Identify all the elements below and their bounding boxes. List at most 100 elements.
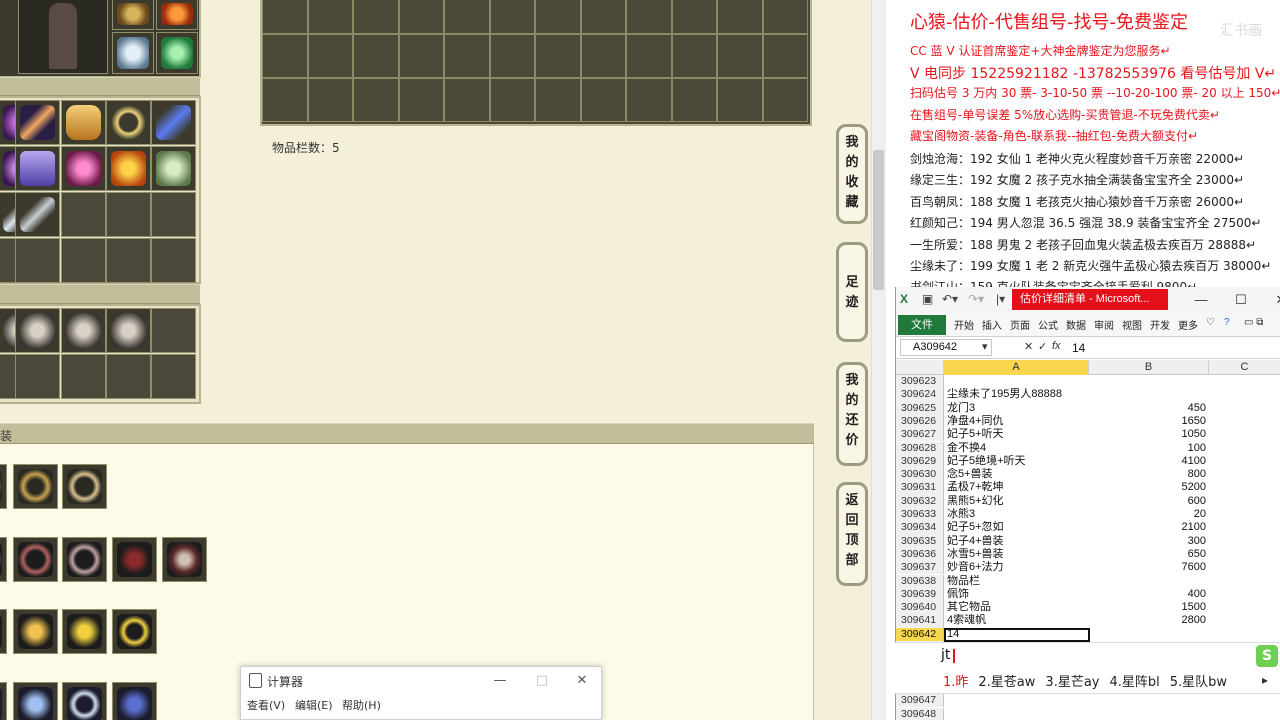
empty-slot[interactable] — [151, 192, 196, 237]
pet-slot[interactable] — [61, 308, 106, 353]
cell-a[interactable]: 龙门3 — [947, 402, 1087, 415]
item-bar-cell[interactable] — [262, 34, 308, 78]
redo-icon[interactable]: ↷▾ — [968, 292, 984, 306]
row-number[interactable]: 309639 — [896, 587, 944, 602]
item-bar-cell[interactable] — [535, 78, 581, 122]
empty-slot[interactable] — [61, 354, 106, 399]
item-bar-cell[interactable] — [307, 34, 353, 78]
item-slot[interactable] — [106, 100, 151, 145]
cell-b[interactable]: 20 — [1089, 508, 1206, 521]
cell-b[interactable]: 400 — [1089, 588, 1206, 601]
equip-slot[interactable] — [0, 464, 7, 509]
row-number[interactable]: 309633 — [896, 508, 944, 522]
item-bar-cell[interactable] — [444, 0, 490, 34]
cell-a[interactable]: 尘缘未了195男人88888 — [947, 388, 1087, 401]
row-number[interactable]: 309625 — [896, 401, 944, 415]
formula-input[interactable]: 14 — [1072, 341, 1085, 355]
row-number[interactable]: 309631 — [896, 481, 944, 495]
ring-slot[interactable] — [112, 0, 154, 30]
cell-a[interactable]: 佩饰 — [947, 588, 1087, 601]
cell-b[interactable]: 450 — [1089, 402, 1206, 415]
item-bar-cell[interactable] — [671, 0, 717, 34]
empty-slot[interactable] — [106, 354, 151, 399]
row-number[interactable]: 309637 — [896, 561, 944, 575]
cell-b[interactable]: 100 — [1089, 442, 1206, 455]
item-bar-cell[interactable] — [626, 34, 672, 78]
item-bar-cell[interactable] — [671, 34, 717, 78]
cell-a[interactable]: 妙音6+法力 — [947, 561, 1087, 574]
item-bar-cell[interactable] — [580, 78, 626, 122]
item-bar-cell[interactable] — [398, 34, 444, 78]
row-number[interactable]: 309640 — [896, 601, 944, 615]
item-slot[interactable] — [15, 192, 60, 237]
cell-a[interactable]: 妃子5+忽如 — [947, 521, 1087, 534]
equip-slot[interactable] — [0, 609, 7, 654]
tab-formulas[interactable]: 公式 — [1038, 317, 1058, 332]
empty-slot[interactable] — [151, 238, 196, 283]
item-slot[interactable] — [151, 100, 196, 145]
maximize-button[interactable]: ☐ — [1226, 290, 1256, 310]
item-bar-cell[interactable] — [489, 34, 535, 78]
item-bar-cell[interactable] — [717, 34, 763, 78]
calculator-window[interactable]: 计算器 — □ ✕ 查看(V) 编辑(E) 帮助(H) — [240, 666, 602, 720]
select-all-corner[interactable] — [896, 360, 944, 375]
name-box-dropdown-icon[interactable]: ▾ — [982, 340, 988, 353]
row-number[interactable]: 309626 — [896, 414, 944, 429]
item-bar-cell[interactable] — [535, 0, 581, 34]
pet-slot[interactable] — [15, 308, 60, 353]
ime-candidate[interactable]: 3.星芒ay — [1045, 675, 1099, 690]
item-bar-cell[interactable] — [626, 0, 672, 34]
row-number[interactable]: 309624 — [896, 388, 944, 402]
equip-slot[interactable] — [62, 609, 107, 654]
cell-b[interactable]: 650 — [1089, 548, 1206, 561]
row-number[interactable]: 309632 — [896, 494, 944, 508]
undo-icon[interactable]: ↶▾ — [942, 292, 958, 306]
menu-help[interactable]: 帮助(H) — [342, 697, 381, 713]
cell-b[interactable]: 1650 — [1089, 415, 1206, 428]
cloud-slot[interactable] — [112, 32, 154, 74]
item-bar-cell[interactable] — [489, 78, 535, 122]
row-number[interactable]: 309630 — [896, 468, 944, 482]
collapse-ribbon-icon[interactable]: ♡ — [1206, 317, 1215, 328]
name-box[interactable]: A309642 — [900, 339, 992, 356]
enter-icon[interactable]: ✓ — [1038, 340, 1047, 353]
row-number[interactable]: 309629 — [896, 454, 944, 469]
empty-slot[interactable] — [106, 192, 151, 237]
character-portrait[interactable] — [18, 0, 108, 74]
help-icon[interactable]: ? — [1224, 317, 1230, 328]
save-icon[interactable]: ▣ — [922, 292, 933, 306]
close-button[interactable]: ✕ — [1266, 290, 1280, 310]
cell-a[interactable]: 净盘4+同仇 — [947, 415, 1087, 428]
empty-slot[interactable] — [15, 238, 60, 283]
cell-b[interactable]: 300 — [1089, 535, 1206, 548]
equip-slot[interactable] — [112, 609, 157, 654]
empty-slot[interactable] — [151, 308, 196, 353]
close-button[interactable]: ✕ — [569, 671, 595, 691]
cell-a[interactable]: 物品栏 — [947, 575, 1087, 588]
item-bar-cell[interactable] — [580, 34, 626, 78]
item-bar-cell[interactable] — [353, 78, 399, 122]
equip-slot[interactable] — [112, 682, 157, 720]
equip-slot[interactable] — [13, 537, 58, 582]
cell-a[interactable]: 其它物品 — [947, 601, 1087, 614]
tab-home[interactable]: 开始 — [954, 317, 974, 332]
equip-slot[interactable] — [13, 682, 58, 720]
empty-slot[interactable] — [61, 238, 106, 283]
item-slot[interactable] — [15, 146, 60, 191]
item-bar-cell[interactable] — [489, 0, 535, 34]
item-bar-cell[interactable] — [535, 34, 581, 78]
cell-b[interactable]: 5200 — [1089, 481, 1206, 494]
insert-function-icon[interactable]: fx — [1052, 340, 1061, 352]
item-slot[interactable] — [106, 146, 151, 191]
cell-a[interactable]: 妃子5+听天 — [947, 428, 1087, 441]
cell-a[interactable]: 孟极7+乾坤 — [947, 481, 1087, 494]
item-bar-cell[interactable] — [717, 0, 763, 34]
page-scrollbar[interactable] — [871, 0, 886, 720]
item-bar-cell[interactable] — [444, 34, 490, 78]
cell-a[interactable]: 念5+兽装 — [947, 468, 1087, 481]
empty-slot[interactable] — [151, 354, 196, 399]
item-bar-cell[interactable] — [717, 78, 763, 122]
pet-slot[interactable] — [106, 308, 151, 353]
tab-developer[interactable]: 开发 — [1150, 317, 1170, 332]
row-number[interactable]: 309636 — [896, 547, 944, 562]
